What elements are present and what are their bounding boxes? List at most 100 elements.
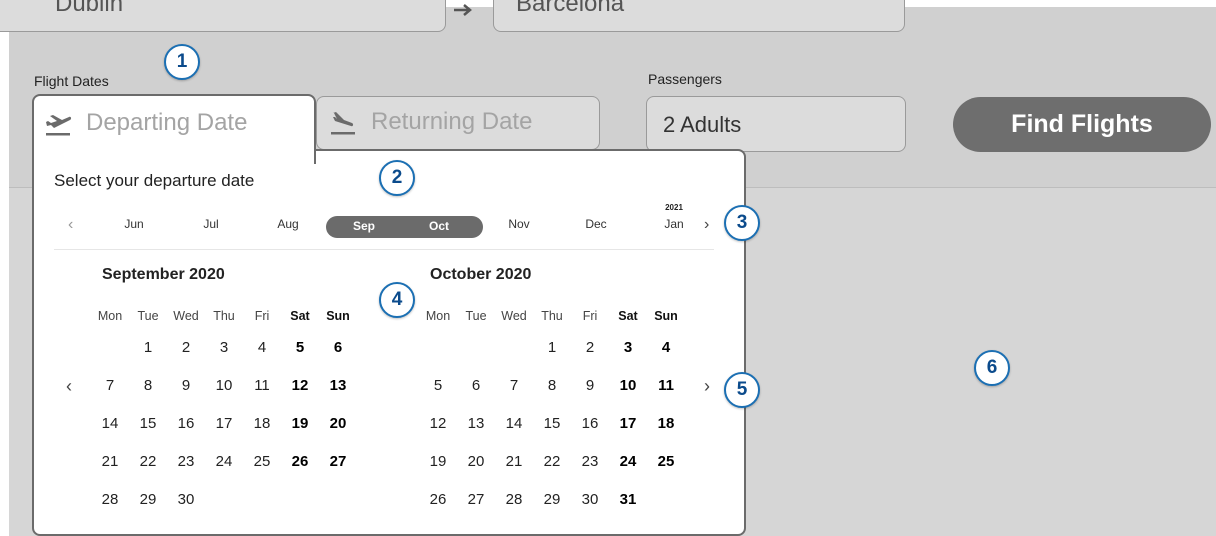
calendar-day[interactable]: 4	[244, 339, 280, 356]
calendar-day[interactable]: 11	[648, 377, 684, 394]
calendar-day[interactable]: 23	[168, 453, 204, 470]
flight-dates-label: Flight Dates	[34, 73, 109, 89]
calendar-day[interactable]: 18	[648, 415, 684, 432]
calendar-day[interactable]: 3	[206, 339, 242, 356]
calendar-title: Select your departure date	[54, 171, 255, 190]
annotation-badge: 2	[379, 160, 415, 196]
calendar-panel: Select your departure date ‹ Jun Jul Aug…	[32, 149, 746, 536]
month-tab-dec[interactable]: Dec	[571, 217, 621, 231]
annotation-badge: 5	[724, 372, 760, 408]
month-tab-jun[interactable]: Jun	[109, 217, 159, 231]
calendar-day[interactable]: 27	[458, 491, 494, 508]
origin-field[interactable]: Dublin	[0, 0, 446, 32]
passengers-label: Passengers	[648, 71, 722, 87]
calendar-day[interactable]: 21	[92, 453, 128, 470]
month-title-october: October 2020	[430, 266, 532, 283]
month-selector-bar: ‹ Jun Jul Aug Sep Oct Nov Dec 2021 Jan ›	[54, 203, 714, 250]
calendar-day[interactable]: 20	[320, 415, 356, 432]
calendar-day[interactable]: 18	[244, 415, 280, 432]
find-flights-button[interactable]: Find Flights	[953, 97, 1211, 152]
calendar-day[interactable]: 21	[496, 453, 532, 470]
calendar-day[interactable]: 30	[572, 491, 608, 508]
calendar-day[interactable]: 14	[92, 415, 128, 432]
calendar-day[interactable]: 24	[610, 453, 646, 470]
calendar-day[interactable]: 19	[282, 415, 318, 432]
calendar-day[interactable]: 20	[458, 453, 494, 470]
calendar-day[interactable]: 8	[534, 377, 570, 394]
calendar-day[interactable]: 17	[206, 415, 242, 432]
calendar-next-chevron-icon[interactable]: ›	[704, 376, 710, 397]
calendar-day[interactable]: 9	[168, 377, 204, 394]
calendar-day[interactable]: 1	[534, 339, 570, 356]
returning-date-field[interactable]: Returning Date	[316, 96, 600, 150]
month-tab-nov[interactable]: Nov	[494, 217, 544, 231]
calendar-day[interactable]: 22	[534, 453, 570, 470]
calendar-day[interactable]: 7	[496, 377, 532, 394]
calendar-day[interactable]: 11	[244, 377, 280, 394]
calendar-day[interactable]: 28	[496, 491, 532, 508]
calendar-day[interactable]: 17	[610, 415, 646, 432]
passengers-value: 2 Adults	[663, 112, 742, 137]
calendar-day[interactable]: 8	[130, 377, 166, 394]
weekday-header: Tue	[137, 309, 159, 323]
calendar-day[interactable]: 12	[420, 415, 456, 432]
weekday-header: Sun	[326, 309, 350, 323]
calendar-day[interactable]: 15	[130, 415, 166, 432]
calendar-day[interactable]: 31	[610, 491, 646, 508]
calendar-day[interactable]: 16	[572, 415, 608, 432]
calendar-day[interactable]: 30	[168, 491, 204, 508]
destination-field[interactable]: Barcelona	[493, 0, 905, 32]
calendar-day[interactable]: 15	[534, 415, 570, 432]
origin-value: Dublin	[55, 0, 124, 17]
month-tab-sep[interactable]: Sep	[334, 219, 394, 233]
calendar-day[interactable]: 25	[648, 453, 684, 470]
calendar-day[interactable]: 26	[282, 453, 318, 470]
calendar-day[interactable]: 9	[572, 377, 608, 394]
calendar-day[interactable]: 5	[420, 377, 456, 394]
month-next-chevron-icon[interactable]: ›	[704, 216, 709, 234]
month-tab-jan[interactable]: Jan	[649, 217, 699, 231]
calendar-day[interactable]: 28	[92, 491, 128, 508]
weekday-header: Wed	[501, 309, 527, 323]
calendar-day[interactable]: 10	[610, 377, 646, 394]
arrow-right-icon	[454, 4, 472, 16]
month-title-september: September 2020	[102, 266, 225, 283]
calendar-day[interactable]: 16	[168, 415, 204, 432]
calendar-day[interactable]: 3	[610, 339, 646, 356]
month-tab-jul[interactable]: Jul	[186, 217, 236, 231]
calendar-day[interactable]: 6	[320, 339, 356, 356]
destination-value: Barcelona	[516, 0, 625, 17]
calendar-day[interactable]: 23	[572, 453, 608, 470]
calendar-day[interactable]: 26	[420, 491, 456, 508]
calendar-day[interactable]: 2	[572, 339, 608, 356]
calendar-day[interactable]: 10	[206, 377, 242, 394]
calendar-day[interactable]: 24	[206, 453, 242, 470]
plane-landing-icon	[331, 112, 355, 135]
calendar-day[interactable]: 5	[282, 339, 318, 356]
weekday-header: Thu	[541, 309, 563, 323]
calendar-day[interactable]: 13	[320, 377, 356, 394]
calendar-day[interactable]: 19	[420, 453, 456, 470]
calendar-day[interactable]: 13	[458, 415, 494, 432]
calendar-day[interactable]: 25	[244, 453, 280, 470]
calendar-day[interactable]: 14	[496, 415, 532, 432]
calendar-day[interactable]: 2	[168, 339, 204, 356]
calendar-day[interactable]: 29	[534, 491, 570, 508]
weekday-header: Tue	[465, 309, 487, 323]
calendar-day[interactable]: 22	[130, 453, 166, 470]
calendar-prev-chevron-icon[interactable]: ‹	[66, 376, 72, 397]
calendar-day[interactable]: 6	[458, 377, 494, 394]
annotation-badge: 3	[724, 205, 760, 241]
calendar-day[interactable]: 7	[92, 377, 128, 394]
calendar-day[interactable]: 27	[320, 453, 356, 470]
calendar-day[interactable]: 29	[130, 491, 166, 508]
month-prev-chevron-icon[interactable]: ‹	[68, 216, 73, 234]
departing-date-field[interactable]: Departing Date	[32, 94, 316, 164]
passengers-field[interactable]: 2 Adults	[646, 96, 906, 152]
month-tab-aug[interactable]: Aug	[263, 217, 313, 231]
calendar-day[interactable]: 12	[282, 377, 318, 394]
month-tab-oct[interactable]: Oct	[409, 219, 469, 233]
calendar-day[interactable]: 4	[648, 339, 684, 356]
calendar-day[interactable]: 1	[130, 339, 166, 356]
plane-takeoff-icon	[46, 115, 72, 136]
